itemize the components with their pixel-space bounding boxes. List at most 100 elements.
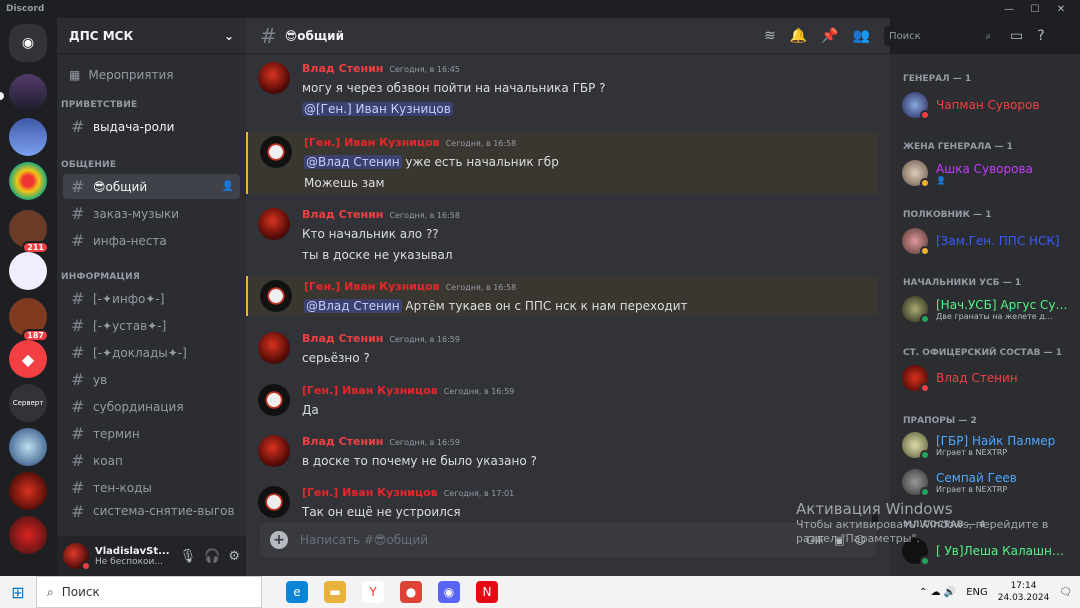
user-panel: VladislavSt... Не беспокои... 🎙 🎧 ⚙ [57, 536, 246, 576]
server-icon[interactable] [9, 472, 47, 510]
discord-home-icon[interactable]: ◉ [9, 24, 47, 62]
taskbar-search[interactable]: ⌕ Поиск [36, 576, 262, 608]
message-time: Сегодня, в 16:58 [389, 211, 460, 220]
member-item[interactable]: Чапман Суворов [902, 92, 1072, 120]
threads-icon[interactable]: ≋ [764, 28, 776, 44]
scrollbar[interactable] [872, 514, 878, 522]
channel-item[interactable]: # ув [63, 367, 240, 392]
avatar[interactable] [258, 435, 290, 467]
message-author[interactable]: Влад Стенин [302, 62, 383, 75]
member-list-icon[interactable]: 👥 [853, 28, 870, 44]
netflix-icon[interactable]: N [476, 581, 498, 603]
message-author[interactable]: [Ген.] Иван Кузницов [302, 384, 438, 397]
yandex-icon[interactable]: Y [362, 581, 384, 603]
avatar[interactable] [258, 332, 290, 364]
language-indicator[interactable]: ENG [966, 587, 988, 598]
member-item[interactable]: [Зам.Ген. ППС НСК] [902, 228, 1072, 256]
notification-icon[interactable]: 🗨 [1059, 587, 1072, 598]
roblox-server-icon[interactable]: ◆ [9, 340, 47, 378]
chrome-icon[interactable]: ● [400, 581, 422, 603]
events-item[interactable]: ▦ Мероприятия [69, 68, 174, 82]
category-info[interactable]: ИНФОРМАЦИЯ [61, 272, 140, 282]
server-icon[interactable] [9, 74, 47, 112]
search-input[interactable]: Поиск ⌕ [884, 26, 997, 46]
channel-item[interactable]: # [-✦устав✦-] [63, 313, 240, 338]
channel-item[interactable]: # система-снятие-выгов [63, 502, 240, 520]
channel-item-selected[interactable]: # 😎общий 👤 [63, 174, 240, 199]
taskbar: ⊞ ⌕ Поиск e ▬ Y ● ◉ N ⌃ ☁ 🔊 ENG 17:14 24.0… [0, 576, 1080, 608]
category-talk[interactable]: ОБЩЕНИЕ [61, 160, 116, 170]
clock[interactable]: 17:14 24.03.2024 [998, 580, 1050, 604]
headphones-icon[interactable]: 🎧 [204, 549, 220, 564]
member-item[interactable]: [Нач.УСБ] Аргус Сув... Две гранаты на жел… [902, 296, 1072, 324]
guild-header[interactable]: ДПС МСК ⌄ [57, 18, 246, 54]
windows-start-icon[interactable]: ⊞ [0, 583, 36, 602]
avatar[interactable] [258, 62, 290, 94]
mention[interactable]: @Влад Стенин [304, 155, 402, 169]
server-icon[interactable] [9, 118, 47, 156]
category-welcome[interactable]: ПРИВЕТСТВИЕ [61, 100, 137, 110]
message-author[interactable]: Влад Стенин [302, 208, 383, 221]
channel-item[interactable]: # выдача-роли [63, 114, 240, 139]
bell-icon[interactable]: 🔔 [790, 28, 807, 44]
message-author[interactable]: Влад Стенин [302, 435, 383, 448]
avatar[interactable] [258, 384, 290, 416]
channel-item[interactable]: # термин [63, 421, 240, 446]
avatar[interactable] [258, 208, 290, 240]
microphone-icon[interactable]: 🎙 [180, 549, 197, 564]
server-icon[interactable] [9, 162, 47, 200]
server-icon[interactable] [9, 516, 47, 554]
channel-label: [-✦устав✦-] [93, 318, 167, 333]
channel-item[interactable]: # [-✦доклады✦-] [63, 340, 240, 365]
message-text: могу я через обзвон пойти на начальника … [302, 81, 606, 95]
server-list: ◉ 211 187 ◆ Серверт [0, 18, 57, 576]
channel-item[interactable]: # заказ-музыки [63, 201, 240, 226]
avatar[interactable] [63, 543, 91, 571]
inbox-icon[interactable]: ▭ [1010, 28, 1023, 44]
add-attachment-icon[interactable]: + [270, 531, 288, 549]
folder-icon[interactable]: ▬ [324, 581, 346, 603]
server-icon[interactable]: Серверт [9, 384, 47, 422]
member-item[interactable]: [ГБР] Найк Палмер Играет в NEXTRP [902, 432, 1072, 460]
help-icon[interactable]: ? [1037, 28, 1044, 44]
tray-icons[interactable]: ⌃ ☁ 🔊 [919, 587, 956, 598]
channel-item[interactable]: # субординация [63, 394, 240, 419]
server-icon[interactable] [9, 428, 47, 466]
server-icon[interactable]: 211 [9, 210, 49, 254]
minimize-icon[interactable]: — [996, 4, 1022, 15]
gear-icon[interactable]: ⚙ [228, 549, 240, 564]
message: [Ген.] Иван Кузницов Сегодня, в 16:59 Да [246, 384, 878, 424]
channel-item[interactable]: # тен-коды [63, 475, 240, 500]
add-member-icon[interactable]: 👤 [222, 181, 234, 192]
message-author[interactable]: [Ген.] Иван Кузницов [302, 486, 438, 499]
avatar[interactable] [260, 136, 292, 168]
server-icon[interactable]: 187 [9, 298, 49, 342]
mention[interactable]: @Влад Стенин [304, 299, 402, 313]
close-icon[interactable]: ✕ [1048, 4, 1074, 15]
mention[interactable]: @[Ген.] Иван Кузницов [302, 102, 453, 116]
member-item[interactable]: Семпай Геев Играет в NEXTRP [902, 469, 1072, 497]
member-activity: Две гранаты на желете д... [936, 311, 1053, 321]
avatar [902, 160, 930, 188]
member-item[interactable]: [ Ув]Леша Калашник... [902, 538, 1072, 566]
member-item[interactable]: Ашка Суворова 👤 [902, 160, 1072, 188]
message-input[interactable]: Написать #😎общий [300, 533, 428, 547]
channel-item[interactable]: # инфа-неста [63, 228, 240, 253]
avatar[interactable] [260, 280, 292, 312]
gif-icon[interactable]: GIF [806, 534, 824, 547]
member-item[interactable]: Влад Стенин [902, 365, 1072, 393]
message-author[interactable]: [Ген.] Иван Кузницов [304, 136, 440, 149]
channel-item[interactable]: # коап [63, 448, 240, 473]
pin-icon[interactable]: 📌 [821, 28, 838, 44]
message-author[interactable]: Влад Стенин [302, 332, 383, 345]
emoji-icon[interactable]: ☺ [855, 534, 866, 547]
edge-icon[interactable]: e [286, 581, 308, 603]
avatar[interactable] [258, 486, 290, 518]
server-icon[interactable] [9, 252, 47, 290]
message-composer[interactable]: + Написать #😎общий GIF ▣ ☺ [260, 523, 876, 557]
sticker-icon[interactable]: ▣ [834, 534, 844, 547]
channel-item[interactable]: # [-✦инфо✦-] [63, 286, 240, 311]
maximize-icon[interactable]: ☐ [1022, 4, 1048, 15]
message-author[interactable]: [Ген.] Иван Кузницов [304, 280, 440, 293]
discord-taskbar-icon[interactable]: ◉ [438, 581, 460, 603]
